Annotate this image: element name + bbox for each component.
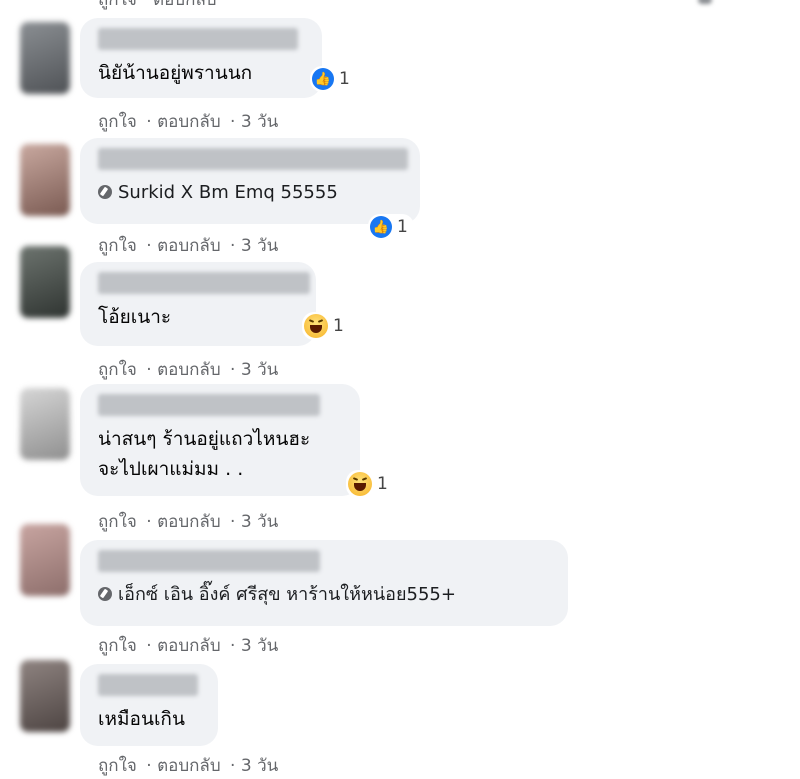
reaction-summary[interactable]: 1 <box>346 470 394 498</box>
comment-bubble: น่าสนๆ ร้านอยู่แถวไหนฮะ จะไปเผาแม่มม . . <box>80 384 360 496</box>
previous-comment-meta: ถูกใจ · ตอบกลับ <box>98 0 217 10</box>
reply-button[interactable]: ตอบกลับ <box>157 360 221 380</box>
author-name[interactable] <box>98 28 298 50</box>
tag-icon <box>98 185 112 199</box>
like-button[interactable]: ถูกใจ <box>98 512 137 532</box>
comment-bubble: เหมือนเกิน <box>80 664 218 746</box>
reply-button[interactable]: ตอบกลับ <box>157 636 221 656</box>
haha-icon <box>348 472 372 496</box>
comment-bubble: Surkid X Bm Emq 55555 <box>80 138 420 224</box>
timestamp[interactable]: 3 วัน <box>241 360 278 380</box>
comment-text: จะไปเผาแม่มม . . <box>98 458 244 480</box>
comment-bubble: นิยัน้านอยู่พรานนก <box>80 18 322 98</box>
timestamp[interactable]: 3 วัน <box>241 636 278 656</box>
tagged-user[interactable]: เอ็กซ์ เอิน อิ๊งค์ ศรีสุข หาร้านให้หน่อย… <box>98 580 552 610</box>
like-button[interactable]: ถูกใจ <box>98 756 137 776</box>
comment-bubble: โอ้ยเนาะ <box>80 262 316 346</box>
timestamp[interactable]: 3 วัน <box>241 112 278 132</box>
haha-icon <box>304 314 328 338</box>
comment-actions: ถูกใจ · ตอบกลับ · 3 วัน <box>98 512 279 532</box>
like-icon: 👍 <box>312 68 334 90</box>
comment-text: น่าสนๆ ร้านอยู่แถวไหนฮะ <box>98 428 311 450</box>
timestamp[interactable]: 3 วัน <box>241 756 278 776</box>
reply-button[interactable]: ตอบกลับ <box>157 512 221 532</box>
reaction-count: 1 <box>339 69 350 89</box>
comment-actions: ถูกใจ · ตอบกลับ · 3 วัน <box>98 756 279 776</box>
avatar[interactable] <box>20 388 70 460</box>
comment-text: เหมือนเกิน <box>98 708 185 730</box>
avatar[interactable] <box>20 22 70 94</box>
comment-actions: ถูกใจ · ตอบกลับ · 3 วัน <box>98 360 279 380</box>
reaction-count: 1 <box>377 474 388 494</box>
comment-text: นิยัน้านอยู่พรานนก <box>98 62 253 84</box>
like-button[interactable]: ถูกใจ <box>98 236 137 256</box>
reply-button[interactable]: ตอบกลับ <box>157 236 221 256</box>
comment-text: Surkid X Bm Emq 55555 <box>118 182 338 203</box>
reaction-summary[interactable]: 1 <box>302 312 350 340</box>
more-options-icon[interactable] <box>698 0 712 4</box>
avatar[interactable] <box>20 660 70 732</box>
avatar[interactable] <box>20 246 70 318</box>
avatar[interactable] <box>20 524 70 596</box>
comment-actions: ถูกใจ · ตอบกลับ · 3 วัน <box>98 236 279 256</box>
like-icon: 👍 <box>370 216 392 238</box>
comment-bubble: เอ็กซ์ เอิน อิ๊งค์ ศรีสุข หาร้านให้หน่อย… <box>80 540 568 626</box>
reaction-summary[interactable]: 👍 1 <box>368 214 414 240</box>
reaction-count: 1 <box>397 217 408 237</box>
author-name[interactable] <box>98 394 320 416</box>
comment-text: โอ้ยเนาะ <box>98 306 172 328</box>
reply-button[interactable]: ตอบกลับ <box>157 112 221 132</box>
like-button[interactable]: ถูกใจ <box>98 636 137 656</box>
author-name[interactable] <box>98 148 408 170</box>
comment-actions: ถูกใจ · ตอบกลับ · 3 วัน <box>98 112 279 132</box>
like-button[interactable]: ถูกใจ <box>98 360 137 380</box>
reply-button[interactable]: ตอบกลับ <box>157 756 221 776</box>
comment-text: เอ็กซ์ เอิน อิ๊งค์ ศรีสุข หาร้านให้หน่อย… <box>118 584 456 605</box>
timestamp[interactable]: 3 วัน <box>241 236 278 256</box>
author-name[interactable] <box>98 674 198 696</box>
author-name[interactable] <box>98 272 310 294</box>
tag-icon <box>98 587 112 601</box>
tagged-user[interactable]: Surkid X Bm Emq 55555 <box>98 178 404 208</box>
reaction-count: 1 <box>333 316 344 336</box>
like-button[interactable]: ถูกใจ <box>98 112 137 132</box>
reaction-summary[interactable]: 👍 1 <box>310 66 356 92</box>
author-name[interactable] <box>98 550 320 572</box>
avatar[interactable] <box>20 144 70 216</box>
comment-actions: ถูกใจ · ตอบกลับ · 3 วัน <box>98 636 279 656</box>
timestamp[interactable]: 3 วัน <box>241 512 278 532</box>
